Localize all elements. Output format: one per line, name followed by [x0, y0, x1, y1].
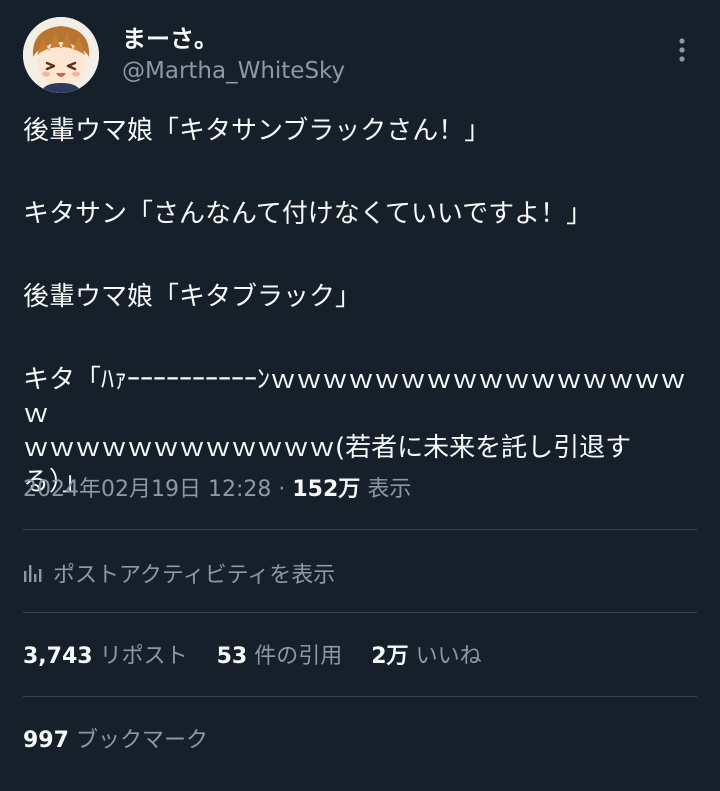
tweet-line: 後輩ウマ娘「キタブラック」: [23, 282, 362, 312]
quotes-count: 53: [216, 644, 248, 669]
view-post-activity-link[interactable]: ポストアクティビティを表示: [23, 556, 335, 590]
tweet-timestamp[interactable]: 2024年02月19日 12:28: [23, 477, 271, 502]
reposts-stat[interactable]: 3,743 リポスト: [23, 640, 188, 674]
engagement-stats: 3,743 リポスト 53 件の引用 2万 いいね: [23, 640, 504, 674]
analytics-icon: [24, 565, 42, 582]
likes-stat[interactable]: 2万 いいね: [371, 640, 481, 674]
tweet-line: 後輩ウマ娘「キタサンブラックさん！」: [23, 116, 491, 146]
views-count: 152万: [292, 477, 361, 502]
more-options-button[interactable]: [664, 30, 700, 70]
reposts-count: 3,743: [23, 644, 93, 669]
author-avatar[interactable]: [23, 17, 99, 93]
avatar-illustration: [23, 17, 99, 93]
bookmarks-stat[interactable]: 997 ブックマーク: [23, 724, 208, 758]
tweet-meta: 2024年02月19日 12:28 · 152万 表示: [23, 474, 411, 506]
author-display-name[interactable]: まーさ。: [122, 24, 218, 54]
tweet-line: キタサン「さんなんて付けなくていいですよ！」: [23, 199, 593, 229]
divider: [23, 529, 697, 530]
divider: [23, 612, 697, 613]
likes-label: いいね: [415, 644, 482, 669]
reposts-label: リポスト: [99, 644, 188, 669]
quotes-label: 件の引用: [254, 644, 343, 669]
bookmarks-label: ブックマーク: [75, 728, 208, 753]
quotes-stat[interactable]: 53 件の引用: [217, 640, 343, 674]
tweet-text: 後輩ウマ娘「キタサンブラックさん！」 キタサン「さんなんて付けなくていいですよ！…: [23, 114, 693, 499]
author-handle[interactable]: @Martha_WhiteSky: [122, 56, 345, 86]
activity-label: ポストアクティビティを表示: [53, 563, 336, 588]
bookmarks-count: 997: [23, 728, 69, 753]
likes-count: 2万: [371, 644, 409, 669]
divider: [23, 696, 697, 697]
more-vertical-icon: [679, 38, 685, 62]
meta-separator: ·: [278, 477, 286, 502]
views-label: 表示: [367, 477, 412, 502]
